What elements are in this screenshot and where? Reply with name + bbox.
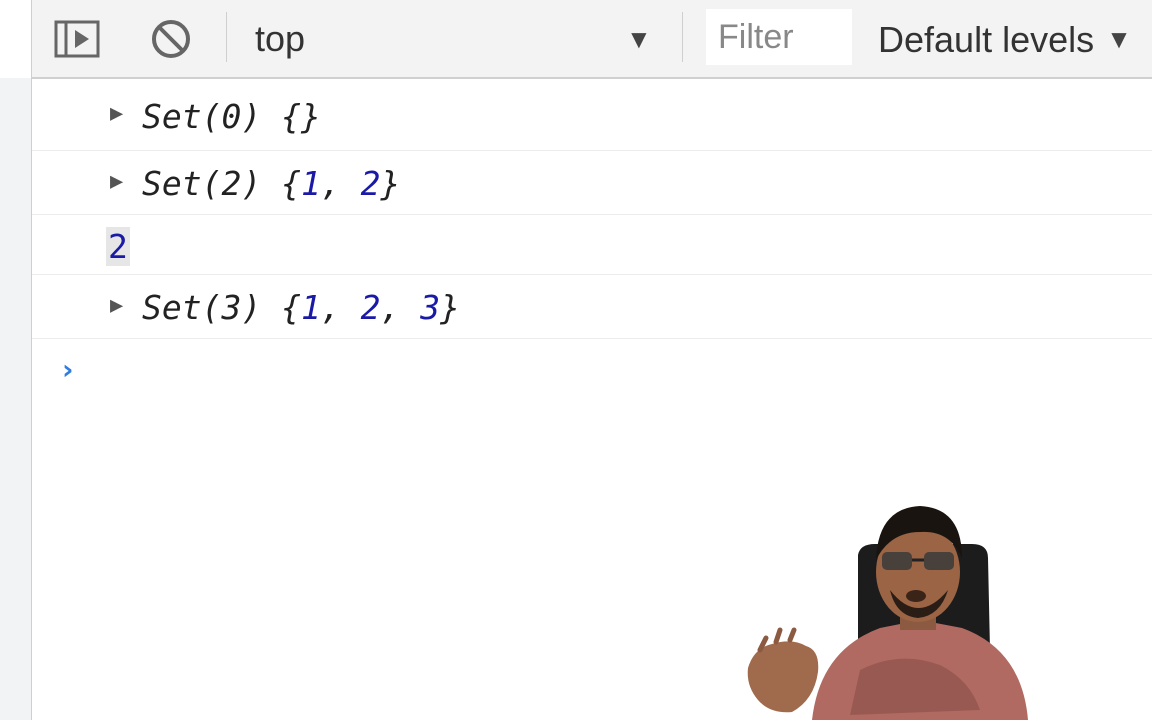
console-row: ▶ Set(0) {} — [32, 79, 1152, 151]
presenter-webcam-image — [747, 506, 1028, 720]
left-gutter — [0, 0, 32, 720]
devtools-console-frame: top ▼ Default levels ▼ ▶ Set(0) {} ▶ Set(… — [0, 0, 1152, 720]
set-prefix: Set(3) { — [142, 288, 301, 327]
context-selector[interactable]: top — [255, 14, 305, 64]
log-levels-label: Default levels — [878, 19, 1095, 60]
set-suffix: } — [440, 288, 460, 327]
console-row: ▶ Set(2) {1, 2} — [32, 151, 1152, 215]
log-message: Set(2) {1, 2} — [142, 164, 401, 203]
console-prompt-icon[interactable]: › — [62, 353, 74, 386]
set-value: 2 — [360, 164, 381, 203]
set-value: 1 — [300, 164, 321, 203]
filter-input[interactable] — [706, 9, 852, 65]
log-message: Set(3) {1, 2, 3} — [142, 288, 460, 327]
set-prefix: Set(2) { — [142, 164, 301, 203]
expand-triangle-icon[interactable]: ▶ — [110, 293, 123, 318]
toolbar-divider-2 — [682, 12, 683, 62]
set-value: 1 — [300, 288, 321, 327]
set-suffix: } — [380, 164, 401, 203]
console-row: ▶ Set(3) {1, 2, 3} — [32, 275, 1152, 339]
clear-console-icon[interactable] — [148, 16, 194, 62]
context-dropdown-icon[interactable]: ▼ — [626, 14, 652, 64]
console-row: 2 — [32, 215, 1152, 275]
gutter-top — [0, 0, 31, 78]
log-levels-dropdown[interactable]: Default levels ▼ — [878, 14, 1132, 65]
set-value: 3 — [420, 288, 441, 327]
expand-triangle-icon[interactable]: ▶ — [110, 101, 123, 126]
toolbar-divider — [226, 12, 227, 62]
console-toolbar: top ▼ Default levels ▼ — [32, 0, 1152, 79]
sidebar-toggle-icon[interactable] — [54, 16, 100, 62]
log-message: Set(0) {} — [142, 97, 321, 136]
expand-triangle-icon[interactable]: ▶ — [110, 169, 123, 194]
chevron-down-icon: ▼ — [1106, 24, 1132, 54]
log-number-value: 2 — [106, 227, 130, 266]
set-value: 2 — [360, 288, 381, 327]
